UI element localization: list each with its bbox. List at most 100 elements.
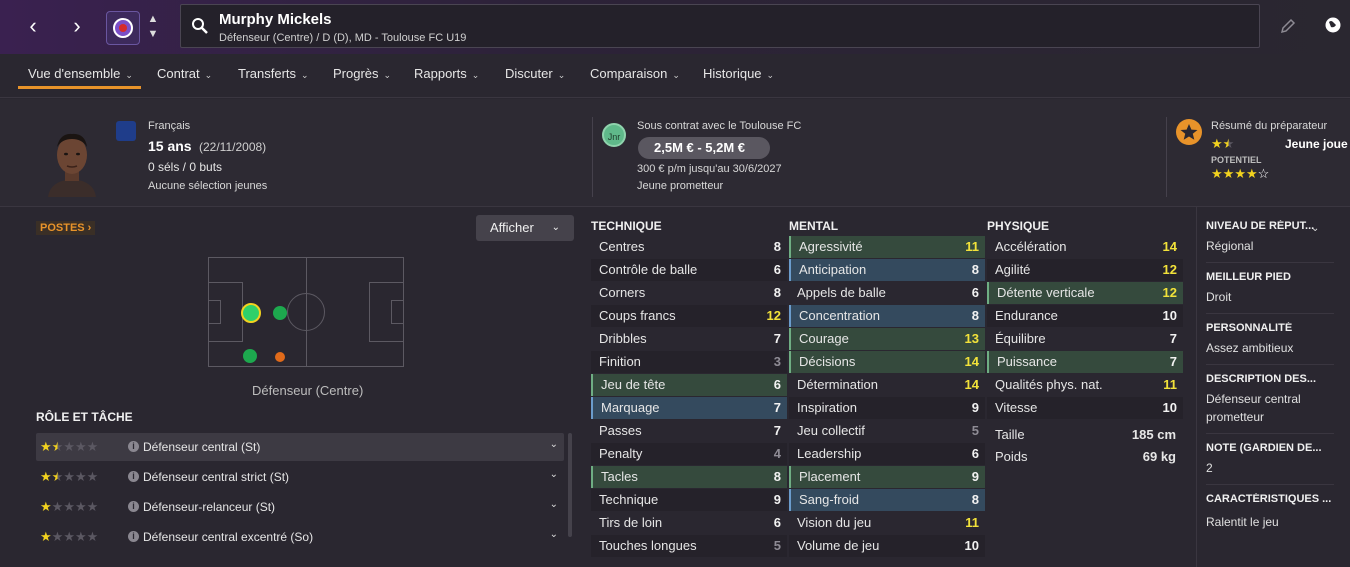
attribute-name: Courage [799, 331, 849, 346]
attribute-row[interactable]: Marquage 7 [591, 397, 787, 419]
attribute-row[interactable]: Passes 7 [591, 420, 787, 442]
attribute-row[interactable]: Contrôle de balle 6 [591, 259, 787, 281]
unconvincing-position-marker[interactable] [275, 352, 285, 362]
attribute-row[interactable]: Tacles 8 [591, 466, 787, 488]
attribute-row[interactable]: Corners 8 [591, 282, 787, 304]
back-arrow-icon[interactable]: ‹ [21, 14, 45, 38]
attribute-name: Centres [599, 239, 645, 254]
tab-transfers[interactable]: Transferts ⌄ [238, 66, 309, 81]
star-icon: ★ [40, 439, 52, 454]
club-crest-icon[interactable] [106, 11, 140, 45]
attribute-value: 5 [971, 423, 979, 438]
attribute-row[interactable]: Jeu collectif 5 [789, 420, 985, 442]
attribute-name: Placement [799, 469, 861, 484]
attribute-row[interactable]: Inspiration 9 [789, 397, 985, 419]
attribute-row[interactable]: Touches longues 5 [591, 535, 787, 557]
pencil-icon[interactable] [1280, 18, 1296, 34]
attribute-row[interactable]: Jeu de tête 6 [591, 374, 787, 396]
role-row[interactable]: ★★★★★ i Défenseur central (St) ⌄ [36, 433, 564, 461]
chevron-down-icon[interactable]: ⌄ [550, 439, 558, 450]
contract-club: Sous contrat avec le Toulouse FC [637, 120, 802, 132]
attribute-row[interactable]: Vision du jeu 11 [789, 512, 985, 534]
star-icon: ★ [1211, 136, 1223, 151]
attribute-row[interactable]: Agressivité 11 [789, 236, 985, 258]
forward-arrow-icon[interactable]: › [65, 14, 89, 38]
role-row[interactable]: ★★★★★ i Défenseur-relanceur (St) ⌄ [36, 493, 564, 521]
coach-star-icon [1176, 119, 1202, 145]
attribute-row[interactable]: Appels de balle 6 [789, 282, 985, 304]
attribute-name: Tacles [601, 469, 638, 484]
attribute-row[interactable]: Dribbles 7 [591, 328, 787, 350]
tab-discuss[interactable]: Discuter ⌄ [505, 66, 565, 81]
accomplished-position-marker[interactable] [243, 349, 257, 363]
player-status: Jeune prometteur [637, 180, 724, 192]
star-icon: ★ [74, 499, 87, 514]
attribute-row[interactable]: Agilité 12 [987, 259, 1183, 281]
attribute-value: 8 [773, 239, 781, 254]
show-dropdown-button[interactable]: Afficher ⌄ [476, 215, 574, 241]
description-value: Défenseur central prometteur [1206, 392, 1301, 424]
attribute-value: 7 [773, 331, 781, 346]
attribute-row[interactable]: Anticipation 8 [789, 259, 985, 281]
role-stars: ★★★★★ [40, 469, 98, 485]
tab-progress[interactable]: Progrès ⌄ [333, 66, 391, 81]
attribute-row[interactable]: Courage 13 [789, 328, 985, 350]
attribute-row[interactable]: Concentration 8 [789, 305, 985, 327]
roles-scrollbar[interactable] [568, 433, 572, 537]
attribute-name: Touches longues [599, 538, 697, 553]
attribute-row[interactable]: Placement 9 [789, 466, 985, 488]
info-icon[interactable]: i [128, 501, 139, 512]
attribute-row[interactable]: Coups francs 12 [591, 305, 787, 327]
star-icon: ★ [1222, 136, 1235, 151]
info-icon[interactable]: i [128, 531, 139, 542]
attribute-row[interactable]: Détente verticale 12 [987, 282, 1183, 304]
player-portrait[interactable] [44, 129, 100, 197]
attribute-value: 14 [1162, 239, 1177, 254]
attribute-row[interactable]: Leadership 6 [789, 443, 985, 465]
attribute-row[interactable]: Technique 9 [591, 489, 787, 511]
positions-link[interactable]: POSTES › [36, 221, 96, 235]
chevron-down-icon[interactable]: ⌄ [550, 529, 558, 540]
chevron-down-icon[interactable]: ⌄ [1311, 223, 1319, 234]
attribute-row[interactable]: Centres 8 [591, 236, 787, 258]
attribute-row[interactable]: Volume de jeu 10 [789, 535, 985, 557]
star-icon: ★ [1211, 166, 1223, 181]
previous-player-icon[interactable]: ▲ [146, 12, 160, 26]
chevron-down-icon[interactable]: ⌄ [550, 499, 558, 510]
chevron-down-icon[interactable]: ⌄ [550, 469, 558, 480]
role-row[interactable]: ★★★★★ i Défenseur central strict (St) ⌄ [36, 463, 564, 491]
attribute-row[interactable]: Accélération 14 [987, 236, 1183, 258]
star-icon: ★ [51, 469, 64, 484]
tab-contract[interactable]: Contrat ⌄ [157, 66, 212, 81]
attribute-row[interactable]: Décisions 14 [789, 351, 985, 373]
attribute-row[interactable]: Puissance 7 [987, 351, 1183, 373]
youth-caps: Aucune sélection jeunes [148, 180, 268, 192]
attribute-row[interactable]: Sang-froid 8 [789, 489, 985, 511]
player-search-box[interactable]: Murphy Mickels Défenseur (Centre) / D (D… [180, 4, 1260, 48]
info-icon[interactable]: i [128, 471, 139, 482]
role-row[interactable]: ★★★★★ i Défenseur central excentré (So) … [36, 523, 564, 551]
globe-icon[interactable] [1324, 16, 1342, 34]
info-icon[interactable]: i [128, 441, 139, 452]
attribute-name: Jeu de tête [601, 377, 666, 392]
accomplished-position-marker[interactable] [273, 306, 287, 320]
attribute-row[interactable]: Vitesse 10 [987, 397, 1183, 419]
attribute-row[interactable]: Finition 3 [591, 351, 787, 373]
natural-position-marker[interactable] [241, 303, 261, 323]
tab-comparison[interactable]: Comparaison ⌄ [590, 66, 680, 81]
attribute-row[interactable]: Équilibre 7 [987, 328, 1183, 350]
attribute-row[interactable]: Tirs de loin 6 [591, 512, 787, 534]
top-bar: ‹ › ▲ ▼ Murphy Mickels Défenseur (Centre… [0, 0, 1350, 54]
attribute-row[interactable]: Endurance 10 [987, 305, 1183, 327]
attribute-row[interactable]: Penalty 4 [591, 443, 787, 465]
tab-history[interactable]: Historique ⌄ [703, 66, 774, 81]
attribute-row[interactable]: Détermination 14 [789, 374, 985, 396]
star-icon: ★ [40, 529, 52, 544]
tab-reports[interactable]: Rapports ⌄ [414, 66, 479, 81]
attribute-row[interactable]: Qualités phys. nat. 11 [987, 374, 1183, 396]
next-player-icon[interactable]: ▼ [146, 27, 160, 41]
transfer-value[interactable]: 2,5M € - 5,2M € [638, 137, 770, 159]
tab-overview[interactable]: Vue d'ensemble ⌄ [28, 66, 133, 81]
role-duty-title: RÔLE ET TÂCHE [36, 410, 133, 424]
player-position-club: Défenseur (Centre) / D (D), MD - Toulous… [219, 32, 467, 44]
